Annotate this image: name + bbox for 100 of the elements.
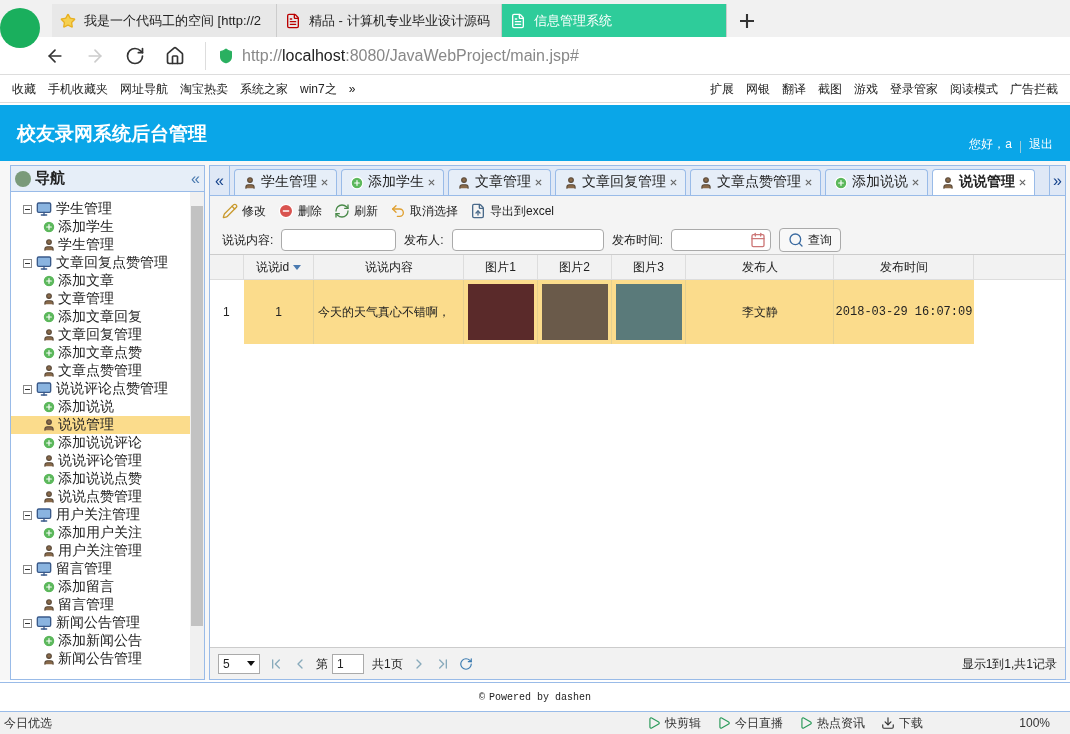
status-item[interactable]: 快剪辑 [647, 714, 702, 732]
extension-link[interactable]: 阅读模式 [950, 79, 998, 98]
monitor-icon [36, 615, 52, 631]
bookmark-link[interactable]: 网址导航 [120, 79, 168, 98]
tree-group[interactable]: 学生管理 [56, 198, 112, 220]
minus-icon[interactable] [23, 564, 32, 574]
extension-link[interactable]: 截图 [818, 79, 842, 98]
page-size-select[interactable]: 5 [218, 653, 260, 674]
tree-item[interactable]: 文章管理 [11, 290, 190, 308]
tree-item[interactable]: 留言管理 [11, 596, 190, 614]
person-icon [699, 175, 713, 190]
tree-item[interactable]: 添加说说评论 [11, 434, 190, 452]
tree-group[interactable]: 说说评论点赞管理 [56, 378, 168, 400]
page-input-field[interactable]: 1 [332, 653, 364, 674]
tree-item[interactable]: 添加文章 [11, 272, 190, 290]
bookmark-link[interactable]: 系统之家 [240, 79, 288, 98]
tree-item[interactable]: 说说管理 [11, 416, 190, 434]
tree-item[interactable]: 添加说说 [11, 398, 190, 416]
browser-tab[interactable]: 精品 - 计算机专业毕业设计源码 [277, 4, 502, 37]
tree-item[interactable]: 添加新闻公告 [11, 632, 190, 650]
bookmark-link[interactable]: win7之 [300, 79, 337, 98]
search-button[interactable]: 查询 [779, 228, 842, 252]
browser-tab[interactable]: 我是一个代码工的空间 [http://2 [52, 4, 277, 37]
tree-item[interactable]: 学生管理 [11, 236, 190, 254]
tree-item[interactable]: 用户关注管理 [11, 542, 190, 560]
close-icon[interactable] [321, 179, 328, 186]
minus-icon[interactable] [23, 204, 32, 214]
column-header[interactable]: 图片3 [612, 255, 686, 279]
extension-link[interactable]: 广告拦截 [1010, 79, 1058, 98]
table-cell-text: 2018-03-29 16:07:09 [834, 304, 974, 321]
status-item[interactable]: 下载 [881, 714, 924, 732]
minus-icon[interactable] [23, 618, 32, 628]
home-icon[interactable] [165, 45, 185, 66]
tree-item[interactable]: 添加文章点赞 [11, 344, 190, 362]
extension-link[interactable]: 游戏 [854, 79, 878, 98]
address-field[interactable]: http://localhost:8080/JavaWebProject/main.jsp# [205, 41, 1058, 70]
page-tab[interactable]: 文章管理 [448, 169, 551, 195]
play-icon [647, 716, 662, 730]
tree-group[interactable]: 文章回复点赞管理 [56, 252, 168, 274]
extension-link[interactable]: 登录管家 [890, 79, 938, 98]
tree-item[interactable]: 新闻公告管理 [11, 650, 190, 668]
tree-item[interactable]: 说说点赞管理 [11, 488, 190, 506]
column-header[interactable]: 说说内容 [314, 255, 464, 279]
tree-group[interactable]: 新闻公告管理 [56, 612, 140, 634]
toolbar-button[interactable]: 刷新 [334, 202, 378, 220]
toolbar-button[interactable]: 取消选择 [390, 202, 458, 220]
close-icon[interactable] [428, 179, 435, 186]
status-item[interactable]: 热点资讯 [799, 714, 866, 732]
date-input-field[interactable] [671, 229, 772, 251]
tree-item[interactable]: 文章点赞管理 [11, 362, 190, 380]
bookmark-link[interactable]: » [348, 79, 356, 98]
close-icon[interactable] [1019, 179, 1026, 186]
bookmark-link[interactable]: 手机收藏夹 [48, 79, 108, 98]
column-header[interactable]: 说说id [244, 255, 314, 279]
status-item[interactable]: 今日直播 [717, 714, 784, 732]
tree-item[interactable]: 说说评论管理 [11, 452, 190, 470]
zoom-level[interactable]: 100% [1019, 714, 1050, 732]
tree-item[interactable]: 添加文章回复 [11, 308, 190, 326]
close-icon[interactable] [912, 179, 919, 186]
column-header[interactable]: 发布人 [686, 255, 834, 279]
collapse-button[interactable]: « [191, 166, 200, 191]
page-tab[interactable]: 文章点赞管理 [690, 169, 821, 195]
page-tab[interactable]: 添加学生 [341, 169, 444, 195]
scrollbar[interactable] [190, 192, 204, 679]
reload-icon[interactable] [125, 45, 145, 66]
close-icon[interactable] [805, 179, 812, 186]
author-input-field[interactable] [451, 229, 604, 251]
page-tab[interactable]: 说说管理 [932, 169, 1035, 195]
column-header[interactable]: 图片2 [538, 255, 612, 279]
toolbar-button[interactable]: 导出到excel [470, 202, 554, 220]
minus-icon[interactable] [23, 510, 32, 520]
minus-icon[interactable] [23, 258, 32, 268]
page-tab[interactable]: 文章回复管理 [555, 169, 686, 195]
extension-link[interactable]: 网银 [746, 79, 770, 98]
table-row[interactable]: 1 今天的天气真心不错啊， 李文静 2018-03-29 16:07:09 [244, 280, 974, 344]
page-tab[interactable]: 学生管理 [234, 169, 337, 195]
person-icon [42, 598, 56, 612]
content-input-field[interactable] [281, 229, 397, 251]
tree-item[interactable]: 文章回复管理 [11, 326, 190, 344]
tree-item[interactable]: 添加说说点赞 [11, 470, 190, 488]
close-icon[interactable] [535, 179, 542, 186]
tree-group[interactable]: 留言管理 [56, 558, 112, 580]
tree-item[interactable]: 添加留言 [11, 578, 190, 596]
extension-link[interactable]: 扩展 [710, 79, 734, 98]
tabs-next-button[interactable]: » [1049, 166, 1065, 195]
tabs-prev-button[interactable]: « [210, 166, 230, 195]
extension-link[interactable]: 翻译 [782, 79, 806, 98]
bookmark-link[interactable]: 收藏 [12, 79, 36, 98]
page-icon [285, 12, 301, 29]
tree-group[interactable]: 用户关注管理 [56, 504, 140, 526]
toolbar-button[interactable]: 删除 [278, 202, 322, 220]
tree-item[interactable]: 添加用户关注 [11, 524, 190, 542]
column-header[interactable]: 发布时间 [834, 255, 974, 279]
tree-item[interactable]: 添加学生 [11, 218, 190, 236]
close-icon[interactable] [670, 179, 677, 186]
bookmark-link[interactable]: 淘宝热卖 [180, 79, 228, 98]
toolbar-button[interactable]: 修改 [222, 202, 266, 220]
column-header[interactable]: 图片1 [464, 255, 538, 279]
minus-icon[interactable] [23, 384, 32, 394]
page-tab[interactable]: 添加说说 [825, 169, 928, 195]
